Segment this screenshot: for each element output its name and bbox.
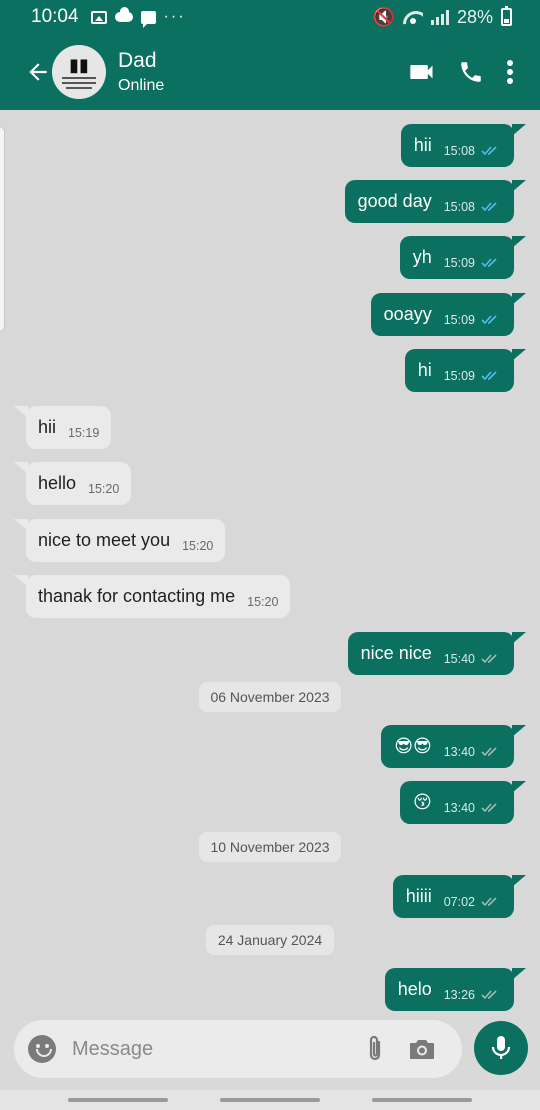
chat-area[interactable]: hii 15:08 good day 15:08 yh 15:09 ooayy … bbox=[0, 110, 540, 1020]
read-double-check-icon bbox=[481, 201, 499, 212]
message-time: 15:40 bbox=[443, 651, 475, 666]
message-bubble-outgoing[interactable]: hiiii 07:02 bbox=[392, 875, 527, 918]
contact-name: Dad bbox=[118, 48, 157, 72]
message-text: hiiii bbox=[405, 886, 432, 906]
message-time: 13:26 bbox=[443, 987, 475, 1002]
voice-call-icon bbox=[461, 62, 481, 82]
message-text: hi bbox=[417, 360, 432, 380]
message-text: helo bbox=[397, 979, 432, 999]
more-options-icon bbox=[507, 60, 513, 84]
avatar-figures-icon: ▮▮ bbox=[69, 54, 89, 75]
message-bubble-outgoing[interactable]: ooayy 15:09 bbox=[370, 293, 527, 336]
message-time: 07:02 bbox=[443, 894, 475, 909]
date-separator: 10 November 2023 bbox=[199, 832, 341, 862]
delivered-double-check-icon bbox=[481, 746, 499, 757]
voice-record-button[interactable] bbox=[474, 1021, 528, 1075]
message-time: 15:08 bbox=[443, 199, 475, 214]
message-text: hii bbox=[38, 417, 57, 437]
read-double-check-icon bbox=[481, 145, 499, 156]
paperclip-icon bbox=[369, 1035, 381, 1061]
delivered-double-check-icon bbox=[481, 989, 499, 1000]
read-double-check-icon bbox=[481, 370, 499, 381]
message-time: 13:40 bbox=[443, 800, 475, 815]
status-bar: 10:04 ··· 🔇 28% bbox=[0, 0, 540, 34]
message-text: 😎😎 bbox=[394, 736, 432, 756]
read-double-check-icon bbox=[481, 257, 499, 268]
message-bubble-incoming[interactable]: nice to meet you 15:20 bbox=[13, 519, 226, 562]
attach-button[interactable] bbox=[364, 1034, 386, 1064]
message-bubble-incoming[interactable]: hello 15:20 bbox=[13, 462, 132, 505]
message-time: 15:20 bbox=[182, 538, 214, 553]
message-bubble-outgoing[interactable]: 😎😎 13:40 bbox=[381, 725, 526, 768]
message-text: hii bbox=[413, 135, 432, 155]
back-button[interactable] bbox=[20, 54, 56, 90]
gallery-icon bbox=[90, 10, 107, 24]
message-time: 15:09 bbox=[443, 255, 475, 270]
more-notifications-icon: ··· bbox=[163, 8, 186, 25]
camera-icon bbox=[410, 1040, 434, 1059]
arrow-left-icon bbox=[29, 63, 47, 81]
message-bubble-outgoing[interactable]: hi 15:09 bbox=[404, 349, 527, 392]
date-separator: 06 November 2023 bbox=[199, 682, 341, 712]
message-time: 15:20 bbox=[247, 594, 279, 609]
video-call-button[interactable] bbox=[408, 58, 436, 86]
message-text: thanak for contacting me bbox=[38, 586, 236, 606]
message-time: 15:20 bbox=[88, 481, 120, 496]
microphone-icon bbox=[491, 1036, 511, 1059]
contact-info[interactable]: Dad Online bbox=[118, 48, 164, 97]
signal-icon bbox=[430, 9, 449, 25]
delivered-double-check-icon bbox=[481, 802, 499, 813]
message-text: ooayy bbox=[383, 304, 432, 324]
message-bubble-outgoing[interactable]: nice nice 15:40 bbox=[347, 632, 527, 675]
message-text: nice to meet you bbox=[38, 530, 171, 550]
home-button[interactable] bbox=[220, 1098, 320, 1102]
voice-call-button[interactable] bbox=[458, 59, 484, 85]
more-options-button[interactable] bbox=[506, 59, 514, 85]
back-nav-button[interactable] bbox=[372, 1098, 472, 1102]
delivered-double-check-icon bbox=[481, 896, 499, 907]
battery-icon bbox=[501, 6, 512, 26]
chat-header: ▮▮ Dad Online bbox=[0, 34, 540, 110]
read-double-check-icon bbox=[481, 314, 499, 325]
status-time: 10:04 bbox=[31, 6, 79, 27]
message-bubble-incoming[interactable]: thanak for contacting me 15:20 bbox=[13, 575, 291, 618]
message-time: 15:09 bbox=[443, 368, 475, 383]
edge-panel-handle[interactable] bbox=[0, 126, 5, 332]
message-bubble-incoming[interactable]: hii 15:19 bbox=[13, 406, 112, 449]
message-time: 15:19 bbox=[68, 425, 100, 440]
recents-button[interactable] bbox=[68, 1098, 168, 1102]
system-nav-bar bbox=[0, 1090, 540, 1110]
camera-button[interactable] bbox=[408, 1037, 436, 1061]
delivered-double-check-icon bbox=[481, 653, 499, 664]
mute-icon: 🔇 bbox=[372, 6, 395, 27]
message-bubble-outgoing[interactable]: good day 15:08 bbox=[344, 180, 527, 223]
message-time: 15:08 bbox=[443, 143, 475, 158]
date-separator: 24 January 2024 bbox=[206, 925, 334, 955]
message-input[interactable] bbox=[72, 1037, 364, 1061]
message-text: 😚 bbox=[412, 792, 432, 812]
avatar[interactable]: ▮▮ bbox=[52, 45, 106, 99]
video-call-icon bbox=[410, 65, 433, 79]
battery-percent: 28% bbox=[456, 6, 493, 27]
message-text: nice nice bbox=[360, 643, 432, 663]
contact-status: Online bbox=[118, 76, 165, 94]
message-composer bbox=[14, 1020, 462, 1078]
message-bubble-outgoing[interactable]: hii 15:08 bbox=[400, 124, 527, 167]
cloud-icon bbox=[114, 7, 133, 22]
message-text: hello bbox=[38, 473, 77, 493]
message-time: 13:40 bbox=[443, 744, 475, 759]
message-text: good day bbox=[357, 191, 432, 211]
message-icon bbox=[140, 10, 156, 28]
message-text: yh bbox=[412, 247, 432, 267]
message-bubble-outgoing[interactable]: yh 15:09 bbox=[399, 236, 527, 279]
message-bubble-outgoing[interactable]: 😚 13:40 bbox=[399, 781, 527, 824]
wifi-icon bbox=[403, 9, 423, 25]
message-time: 15:09 bbox=[443, 312, 475, 327]
message-bubble-outgoing[interactable]: helo 13:26 bbox=[384, 968, 527, 1011]
emoji-icon[interactable] bbox=[28, 1035, 56, 1063]
